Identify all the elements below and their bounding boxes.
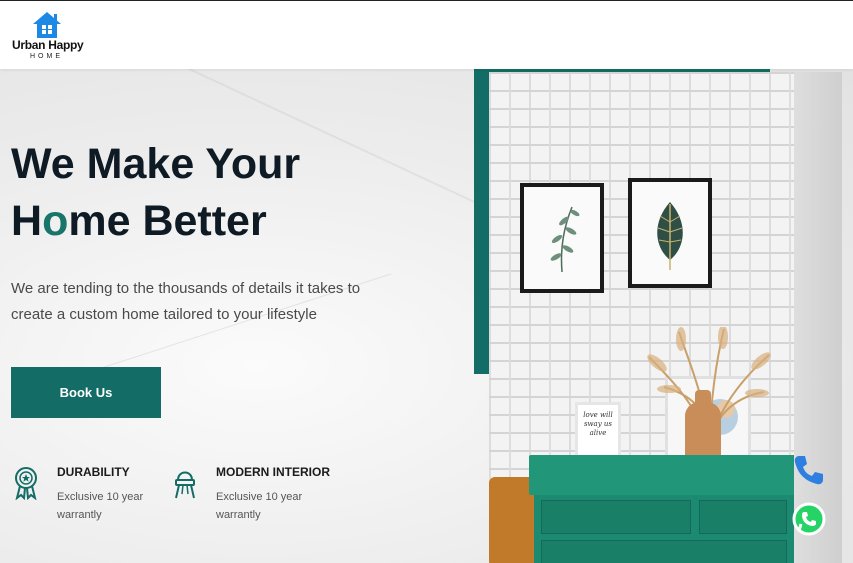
whatsapp-button[interactable] — [790, 500, 828, 538]
feature-title: MODERN INTERIOR — [216, 465, 330, 479]
palm-leaf-art — [657, 202, 683, 270]
feature-description: Exclusive 10 year warrantly — [57, 491, 144, 521]
hero-section: We Make Your Home Better We are tending … — [0, 69, 853, 563]
picture-frame-olive — [520, 183, 604, 293]
award-ribbon-icon — [15, 467, 37, 500]
book-us-button[interactable]: Book Us — [11, 367, 161, 418]
picture-frame-quote: love will sway us alive — [575, 402, 621, 460]
site-header: Urban Happy HOME — [0, 0, 853, 69]
logo-name: Urban Happy — [12, 38, 84, 52]
house-logo-icon — [33, 12, 61, 38]
accent-strip — [474, 69, 489, 374]
chair-icon — [175, 471, 195, 499]
headline-line-1: We Make Your — [11, 140, 301, 188]
logo-subtitle: HOME — [30, 53, 63, 60]
headline-text: H — [11, 197, 43, 245]
whatsapp-icon — [792, 502, 826, 536]
hero-headline: We Make Your Home Better — [11, 136, 300, 250]
interior-photo: love will sway us alive — [489, 72, 794, 563]
hero-subtext: We are tending to the thousands of detai… — [11, 280, 361, 323]
feature-description: Exclusive 10 year warrantly — [216, 491, 303, 521]
headline-accent-letter: o — [42, 197, 69, 245]
quote-text: love will sway us alive — [583, 411, 613, 437]
headline-line-2: Home Better — [11, 197, 267, 245]
olive-branch-art — [550, 206, 580, 273]
cabinet-drawer — [699, 500, 787, 534]
feature-title: DURABILITY — [57, 465, 130, 479]
cabinet-drawer — [541, 540, 787, 563]
headline-text: me Better — [68, 197, 267, 245]
cabinet-top — [529, 455, 794, 495]
phone-icon — [794, 456, 823, 485]
wall-column — [794, 72, 842, 563]
picture-frame-leaf — [628, 178, 712, 288]
site-logo[interactable]: Urban Happy HOME — [10, 9, 92, 63]
cabinet-drawer — [541, 500, 691, 534]
call-button[interactable] — [790, 451, 828, 489]
